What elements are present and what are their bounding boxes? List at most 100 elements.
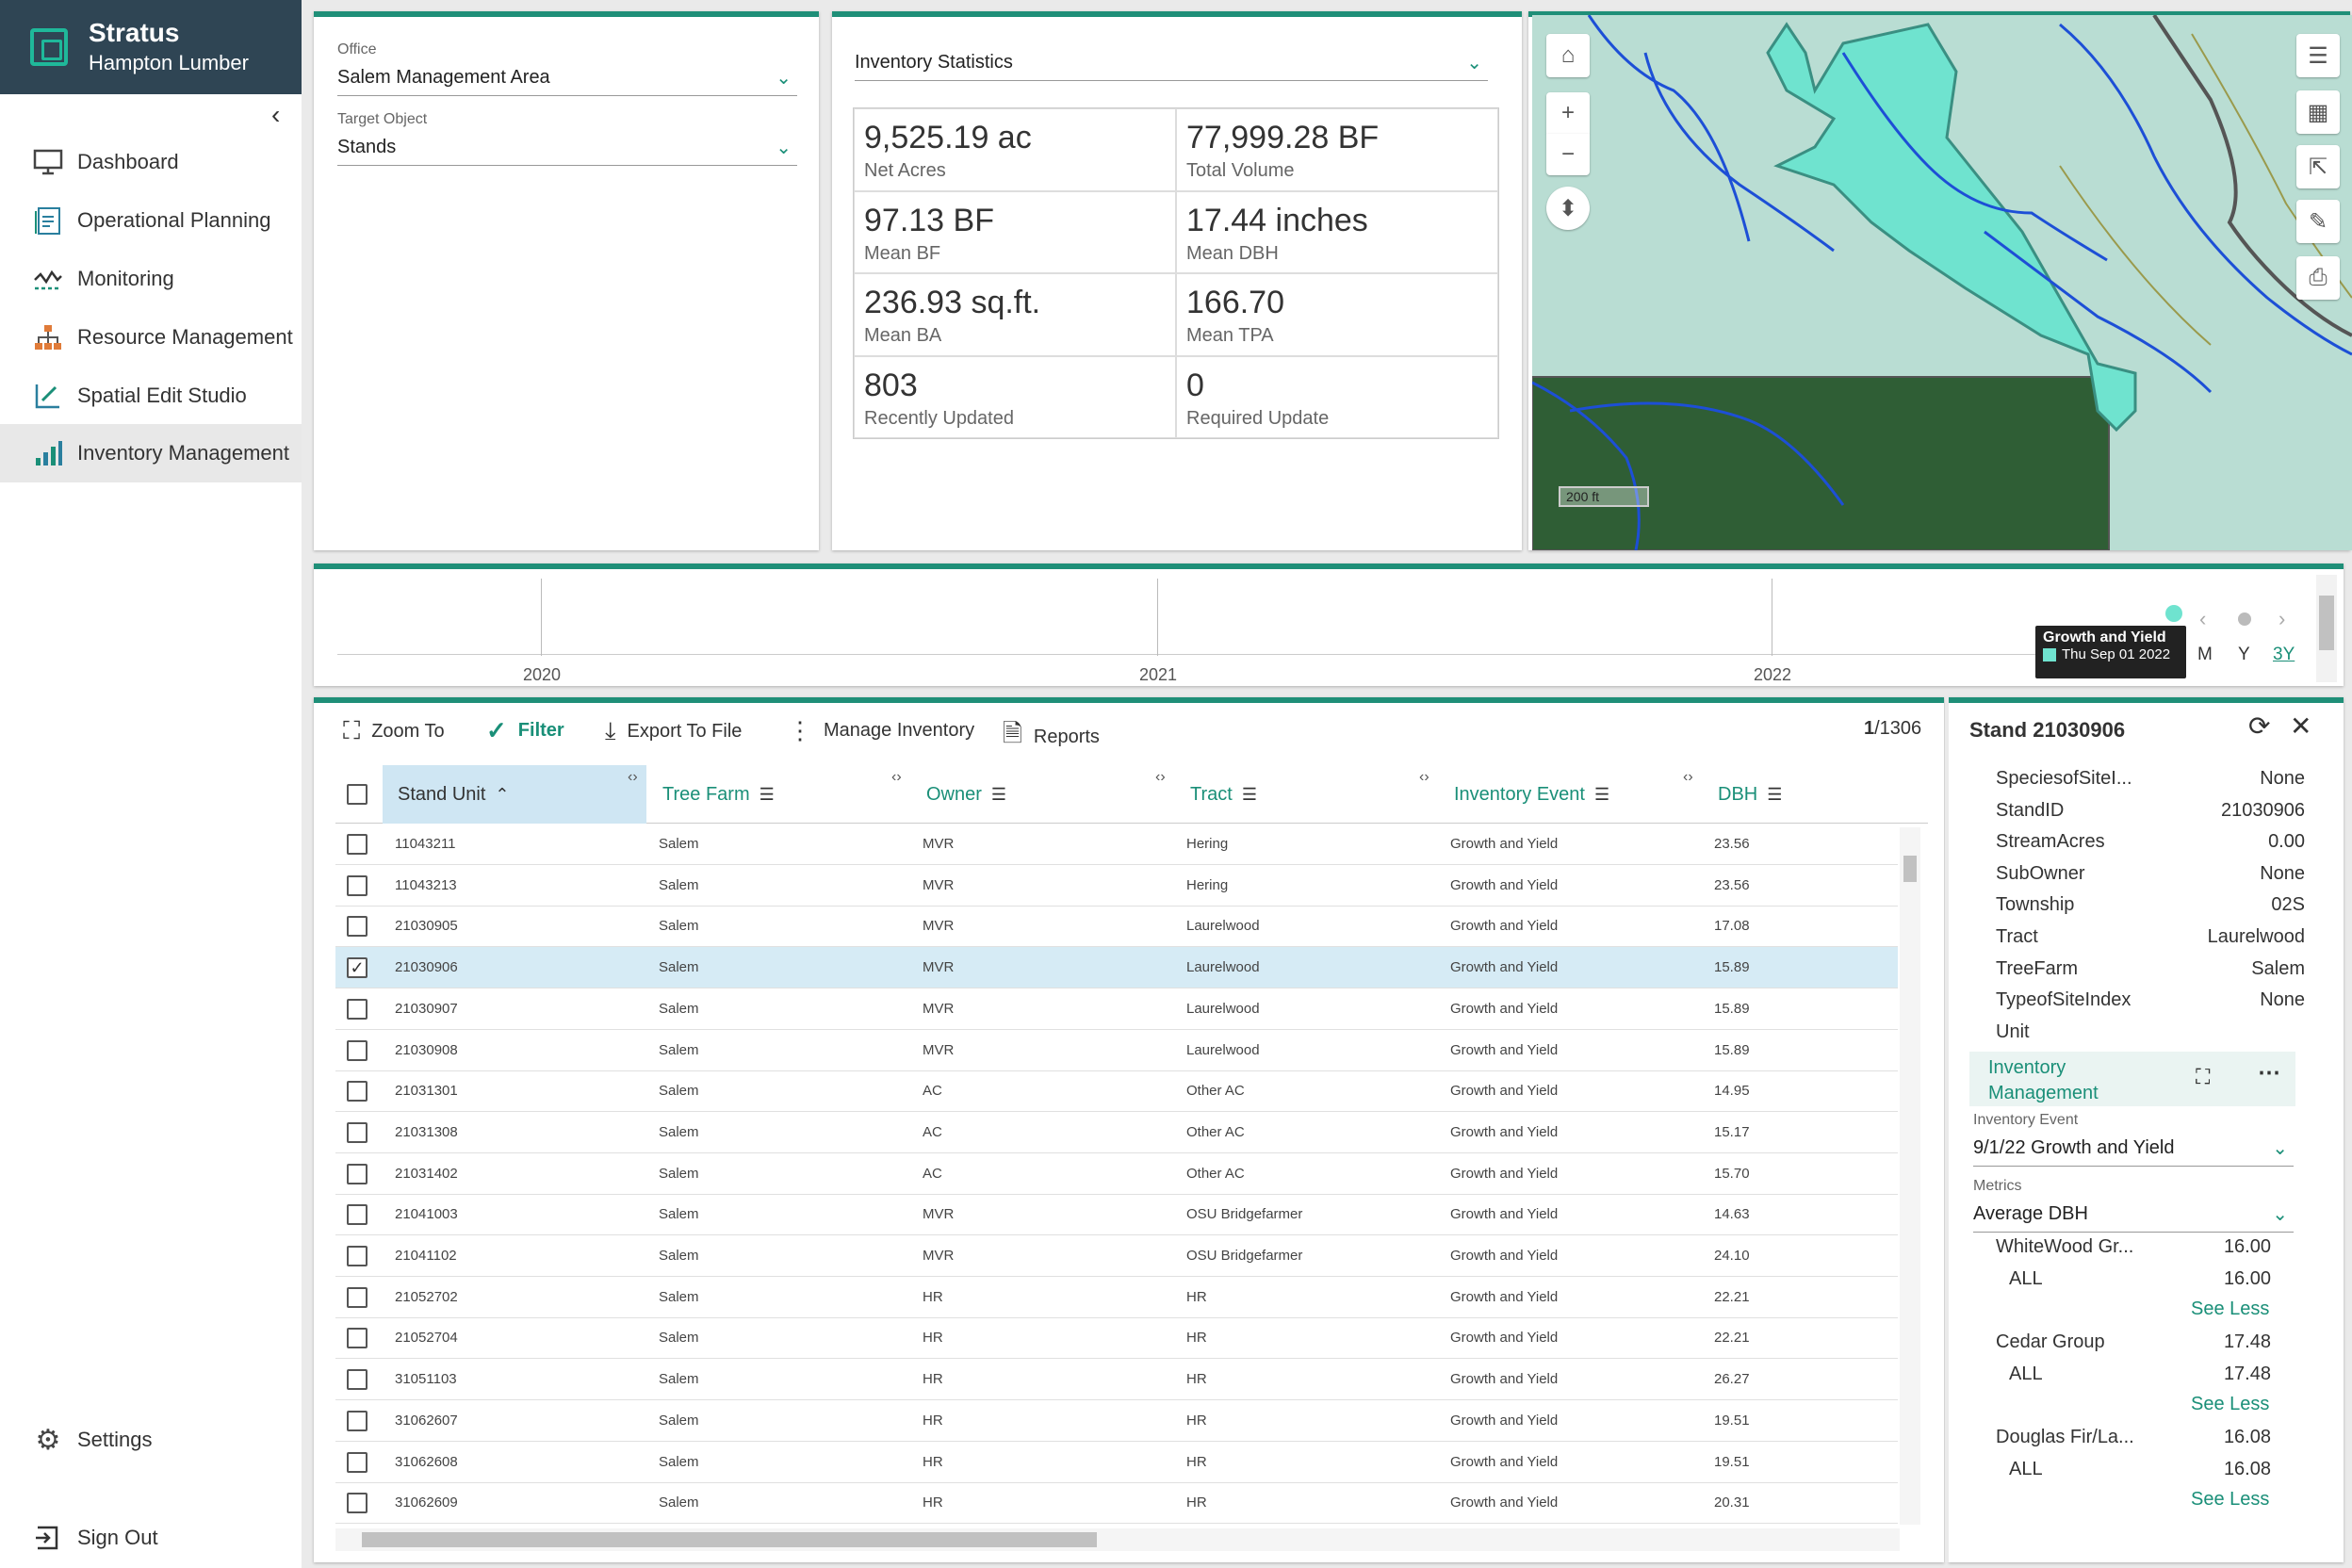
scrollbar-thumb[interactable] bbox=[362, 1532, 1097, 1547]
manage-inventory-button[interactable]: ⋮ Manage Inventory bbox=[788, 716, 974, 745]
column-resize-icon[interactable]: ‹› bbox=[1419, 769, 1429, 786]
cell-tract: Hering bbox=[1186, 876, 1229, 893]
table-row[interactable]: 21041003 Salem MVR OSU Bridgefarmer Growth a… bbox=[335, 1194, 1898, 1236]
table-row[interactable]: 21052702 Salem HR HR Growth and Yield 22.21 bbox=[335, 1277, 1898, 1318]
row-checkbox[interactable] bbox=[347, 834, 368, 855]
nav-sign-out[interactable]: Sign Out bbox=[0, 1510, 302, 1566]
zoom-to-button[interactable]: ⛶ Zoom To bbox=[343, 716, 445, 746]
row-checkbox[interactable] bbox=[347, 1286, 368, 1308]
refresh-icon[interactable]: ⟳ bbox=[2248, 710, 2270, 742]
map-view[interactable]: ⌂ + − ⬍ ☰ ▦ ⇱ ✎ ⎙ 200 ft bbox=[1532, 15, 2352, 550]
col-inventory-event[interactable]: Inventory Event ☰ bbox=[1454, 765, 1609, 824]
home-icon[interactable]: ⌂ bbox=[1546, 34, 1590, 77]
see-less-link[interactable]: See Less bbox=[2191, 1298, 2269, 1320]
row-checkbox[interactable] bbox=[347, 1246, 368, 1266]
scrollbar-thumb[interactable] bbox=[1903, 856, 1917, 882]
row-checkbox[interactable] bbox=[347, 1328, 368, 1349]
filter-button[interactable]: ✓ Filter bbox=[486, 716, 564, 745]
timeline-event-marker[interactable] bbox=[2165, 605, 2182, 622]
nav-settings[interactable]: ⚙ Settings bbox=[0, 1412, 302, 1468]
see-less-link[interactable]: See Less bbox=[2191, 1489, 2269, 1511]
table-row[interactable]: 21052704 Salem HR HR Growth and Yield 22.21 bbox=[335, 1317, 1898, 1360]
row-checkbox[interactable] bbox=[347, 1369, 368, 1391]
column-resize-icon[interactable]: ‹› bbox=[628, 769, 638, 786]
table-row[interactable]: 21031301 Salem AC Other AC Growth and Yield 1… bbox=[335, 1070, 1898, 1113]
basemap-gallery-icon[interactable]: ▦ bbox=[2296, 90, 2340, 134]
row-checkbox[interactable] bbox=[347, 998, 368, 1020]
inventory-event-select[interactable]: 9/1/22 Growth and Yield ⌄ bbox=[1973, 1131, 2294, 1167]
nav-inventory-management[interactable]: Inventory Management bbox=[0, 424, 302, 482]
table-row[interactable]: 31062609 Salem HR HR Growth and Yield 20.31 bbox=[335, 1482, 1898, 1525]
share-icon[interactable]: ⇱ bbox=[2296, 145, 2340, 188]
close-icon[interactable]: ✕ bbox=[2290, 710, 2311, 742]
table-horizontal-scrollbar[interactable] bbox=[335, 1528, 1900, 1551]
table-row[interactable]: ✓ 21030906 Salem MVR Laurelwood Growth and Yi… bbox=[335, 947, 1898, 989]
layer-list-icon[interactable]: ☰ bbox=[2296, 34, 2340, 77]
zoom-in-icon[interactable]: + bbox=[1546, 92, 1590, 134]
scrollbar-thumb[interactable] bbox=[2319, 596, 2334, 650]
column-resize-icon[interactable]: ‹› bbox=[891, 769, 902, 786]
office-select[interactable]: Salem Management Area ⌄ bbox=[337, 60, 797, 96]
column-resize-icon[interactable]: ‹› bbox=[1155, 769, 1166, 786]
row-checkbox[interactable] bbox=[347, 874, 368, 896]
zoom-year[interactable]: Y bbox=[2238, 645, 2250, 665]
col-tract[interactable]: Tract ☰ bbox=[1190, 765, 1257, 824]
table-row[interactable]: 11043213 Salem MVR Hering Growth and Yield 23… bbox=[335, 865, 1898, 906]
nav-spatial-edit-studio[interactable]: Spatial Edit Studio bbox=[0, 368, 302, 424]
see-less-link[interactable]: See Less bbox=[2191, 1394, 2269, 1415]
compass-icon[interactable]: ⬍ bbox=[1546, 187, 1590, 230]
table-row[interactable]: 21031402 Salem AC Other AC Growth and Yield 1… bbox=[335, 1153, 1898, 1195]
table-row[interactable]: 31062607 Salem HR HR Growth and Yield 19.51 bbox=[335, 1400, 1898, 1442]
column-resize-icon[interactable]: ‹› bbox=[1683, 769, 1693, 786]
table-row[interactable]: 31051103 Salem HR HR Growth and Yield 26.27 bbox=[335, 1359, 1898, 1401]
inventory-management-section[interactable]: Inventory Management ⛶ ⋯ bbox=[1969, 1052, 2295, 1106]
print-icon[interactable]: ⎙ bbox=[2296, 256, 2340, 300]
stats-dropdown[interactable]: Inventory Statistics ⌄ bbox=[855, 45, 1488, 81]
reports-button[interactable]: 🗎 Reports bbox=[1003, 716, 1100, 758]
table-vertical-scrollbar[interactable] bbox=[1900, 827, 1920, 1525]
row-checkbox[interactable] bbox=[347, 1121, 368, 1143]
attribute-row: Township 02S bbox=[1988, 890, 2318, 921]
table-row[interactable]: 21031308 Salem AC Other AC Growth and Yield 1… bbox=[335, 1112, 1898, 1153]
table-row[interactable]: 11043211 Salem MVR Hering Growth and Yield 23… bbox=[335, 824, 1898, 865]
row-checkbox[interactable] bbox=[347, 1410, 368, 1431]
target-object-select[interactable]: Stands ⌄ bbox=[337, 130, 797, 166]
table-row[interactable]: 31062608 Salem HR HR Growth and Yield 19.51 bbox=[335, 1442, 1898, 1483]
col-tree-farm[interactable]: Tree Farm ☰ bbox=[662, 765, 775, 824]
col-stand-unit[interactable]: Stand Unit ⌃ bbox=[398, 765, 509, 824]
zoom-month[interactable]: M bbox=[2197, 645, 2213, 665]
row-checkbox[interactable] bbox=[347, 916, 368, 938]
table-row[interactable]: 21030908 Salem MVR Laurelwood Growth and Yie… bbox=[335, 1030, 1898, 1071]
row-checkbox[interactable] bbox=[347, 1493, 368, 1514]
sketch-icon[interactable]: ✎ bbox=[2296, 200, 2340, 243]
row-checkbox[interactable]: ✓ bbox=[347, 957, 368, 979]
metrics-select[interactable]: Average DBH ⌄ bbox=[1973, 1197, 2294, 1233]
table-row[interactable]: 21030907 Salem MVR Laurelwood Growth and Yie… bbox=[335, 988, 1898, 1030]
more-horizontal-icon[interactable]: ⋯ bbox=[2258, 1059, 2280, 1086]
timeline-scrollbar[interactable] bbox=[2316, 575, 2337, 682]
nav-monitoring[interactable]: Monitoring bbox=[0, 251, 302, 307]
nav-operational-planning[interactable]: Operational Planning bbox=[0, 192, 302, 249]
nav-resource-management[interactable]: Resource Management bbox=[0, 309, 302, 366]
table-row[interactable]: 21030905 Salem MVR Laurelwood Growth and Yie… bbox=[335, 906, 1898, 948]
col-owner[interactable]: Owner ☰ bbox=[926, 765, 1006, 824]
timeline-next-icon[interactable]: › bbox=[2278, 607, 2285, 631]
row-checkbox[interactable] bbox=[347, 1039, 368, 1061]
row-checkbox[interactable] bbox=[347, 1081, 368, 1102]
attribute-value: None bbox=[2260, 989, 2305, 1011]
row-checkbox[interactable] bbox=[347, 1204, 368, 1226]
timeline-prev-icon[interactable]: ‹ bbox=[2199, 607, 2206, 631]
collapse-sidebar-icon[interactable]: ‹ bbox=[271, 100, 280, 130]
col-dbh[interactable]: DBH ☰ bbox=[1718, 765, 1782, 824]
select-all-checkbox[interactable] bbox=[347, 784, 368, 805]
timeline-center-dot[interactable] bbox=[2238, 612, 2251, 626]
zoom-out-icon[interactable]: − bbox=[1546, 134, 1590, 175]
zoom-3-year[interactable]: 3Y bbox=[2273, 645, 2295, 665]
nav-dashboard[interactable]: Dashboard bbox=[0, 134, 302, 190]
expand-icon[interactable]: ⛶ bbox=[2196, 1065, 2210, 1089]
table-row[interactable]: 21041102 Salem MVR OSU Bridgefarmer Growth a… bbox=[335, 1235, 1898, 1277]
export-button[interactable]: ⤓ Export To File bbox=[605, 716, 742, 746]
row-checkbox[interactable] bbox=[347, 1163, 368, 1184]
row-checkbox[interactable] bbox=[347, 1451, 368, 1473]
cell-owner: HR bbox=[923, 1494, 943, 1511]
